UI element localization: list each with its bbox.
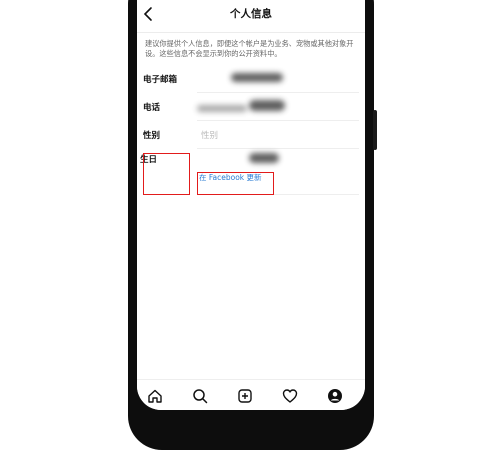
gender-field[interactable]: 性别: [201, 129, 218, 141]
phone-label: 电话: [143, 103, 161, 113]
phone-value-redacted-part: [249, 100, 285, 111]
email-row[interactable]: 电子邮箱: [137, 65, 365, 93]
update-link-highlight-box: [197, 172, 274, 195]
phone-frame: 个人信息 建议你提供个人信息，即便这个帐户是为业务、宠物或其他对象开设。这些信息…: [128, 0, 377, 450]
birthday-value-redacted: [249, 153, 279, 163]
bottom-tab-bar: [137, 379, 365, 410]
gender-label: 性别: [143, 131, 161, 141]
phone-side-button: [373, 110, 377, 150]
home-icon[interactable]: [147, 388, 163, 404]
phone-row[interactable]: 电话: [137, 93, 365, 121]
privacy-description: 建议你提供个人信息，即便这个帐户是为业务、宠物或其他对象开设。这些信息不会显示到…: [145, 39, 354, 58]
header-divider: [137, 32, 365, 33]
gender-row[interactable]: 性别 性别: [137, 121, 365, 149]
activity-heart-icon[interactable]: [282, 388, 298, 404]
search-icon[interactable]: [192, 388, 208, 404]
phone-value-redacted: [197, 105, 247, 112]
top-bar: 个人信息: [137, 0, 365, 32]
new-post-icon[interactable]: [237, 388, 253, 404]
email-label: 电子邮箱: [143, 75, 178, 85]
email-value-redacted: [231, 73, 283, 82]
birthday-label-highlight-box: [143, 153, 190, 195]
phone-screen: 个人信息 建议你提供个人信息，即便这个帐户是为业务、宠物或其他对象开设。这些信息…: [137, 0, 365, 410]
profile-icon[interactable]: [327, 388, 343, 404]
page-title: 个人信息: [230, 8, 272, 20]
